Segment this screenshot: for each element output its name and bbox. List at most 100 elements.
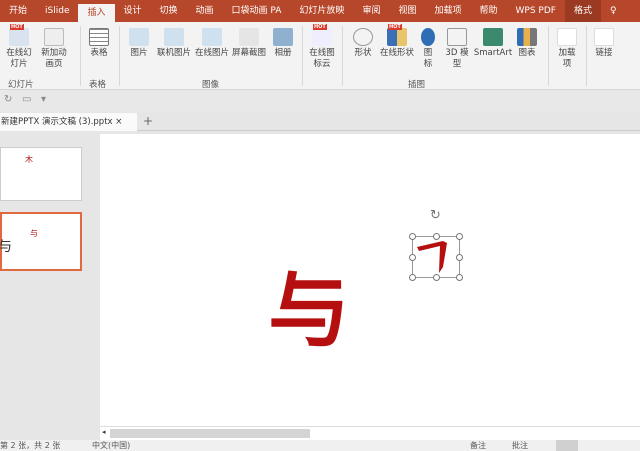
ribbon-tabs: 开始 iSlide 插入 设计 切换 动画 口袋动画 PA 幻灯片放映 审阅 视图 加载项 帮助 WPS… [0, 0, 640, 22]
label: 相册 [274, 48, 292, 58]
tab-5[interactable]: 动画 [187, 0, 223, 22]
stroke-shape [417, 241, 447, 273]
slide-canvas[interactable]: 与 ↻ [100, 134, 640, 426]
divider [80, 26, 81, 86]
tab-12[interactable]: WPS PDF [507, 0, 565, 22]
tab-11[interactable]: 帮助 [470, 0, 506, 22]
main-character[interactable]: 与 [268, 266, 350, 356]
language[interactable]: 中文(中国) [92, 440, 130, 451]
customize-icon[interactable]: ▾ [41, 94, 46, 105]
new-anim-page-button[interactable]: 新加动画页 [38, 28, 70, 70]
label: 在线图片 [194, 48, 229, 58]
online-slides-button[interactable]: HOT 在线幻灯片 [4, 24, 34, 70]
screenshot-button[interactable]: 屏幕截图 [231, 28, 267, 59]
tell-me-lightbulb-icon[interactable]: ♀ [601, 0, 626, 22]
resize-handle[interactable] [456, 254, 463, 261]
label: 联机图片 [156, 48, 191, 58]
scroll-thumb[interactable] [110, 429, 310, 438]
resize-handle[interactable] [409, 233, 416, 240]
album-icon [273, 28, 293, 46]
picture-button[interactable]: 图片 [126, 28, 152, 59]
tab-2[interactable]: 插入 [78, 4, 115, 22]
tab-9[interactable]: 视图 [389, 0, 425, 22]
tab-7[interactable]: 幻灯片放映 [290, 0, 353, 22]
divider [119, 26, 120, 86]
tab-13[interactable]: 格式 [564, 0, 601, 22]
ribbon: HOT 在线幻灯片 新加动画页 幻灯片 表格 表格 图片 联机图片 在线图片 屏幕… [0, 22, 640, 90]
label: SmartArt [473, 48, 513, 58]
chart-button[interactable]: 图表 [516, 28, 538, 59]
divider [342, 26, 343, 86]
close-icon[interactable]: × [115, 117, 122, 127]
resize-handle[interactable] [456, 233, 463, 240]
comments-button[interactable]: 批注 [512, 440, 528, 451]
online-picture2-button[interactable]: 在线图片 [193, 28, 231, 59]
tab-0[interactable]: 开始 [0, 0, 36, 22]
label: 图标 [423, 48, 433, 69]
label: 屏幕截图 [231, 48, 266, 58]
icons-button[interactable]: 图标 [420, 28, 436, 70]
new-anim-page-icon [44, 28, 64, 46]
addins-button[interactable]: 加载项 [555, 28, 579, 70]
group-label: 图像 [202, 80, 220, 90]
label: 在线形状 [379, 48, 414, 58]
scroll-left-icon[interactable]: ◂ [102, 428, 106, 436]
add-tab-button[interactable]: + [143, 114, 153, 128]
tab-10[interactable]: 加载项 [425, 0, 470, 22]
online-shapes-button[interactable]: HOT 在线形状 [378, 24, 416, 59]
online-icons-button[interactable]: HOT 在线图标云 [308, 24, 336, 70]
label: 表格 [90, 48, 108, 58]
group-label: 表格 [89, 80, 107, 90]
slide-char: 与 [0, 239, 12, 255]
document-tabs: 新建PPTX 演示文稿 (3).pptx × + [0, 113, 640, 131]
shapes-button[interactable]: 形状 [350, 28, 376, 59]
divider [548, 26, 549, 86]
link-button[interactable]: 链接 [592, 28, 616, 59]
tab-8[interactable]: 审阅 [353, 0, 389, 22]
label: 3D 模型 [445, 48, 469, 69]
tab-1[interactable]: iSlide [36, 0, 78, 22]
resize-handle[interactable] [433, 233, 440, 240]
resize-handle[interactable] [409, 274, 416, 281]
normal-view-icon[interactable] [556, 440, 578, 451]
notes-button[interactable]: 备注 [470, 440, 486, 451]
slide-panel: 木 与与 [0, 131, 98, 440]
online-picture-icon [164, 28, 184, 46]
tab-4[interactable]: 切换 [151, 0, 187, 22]
rotate-handle-icon[interactable]: ↻ [430, 208, 441, 223]
resize-handle[interactable] [456, 274, 463, 281]
hot-badge: HOT [388, 24, 402, 30]
label: 在线幻灯片 [6, 48, 32, 69]
resize-handle[interactable] [433, 274, 440, 281]
label: 图片 [130, 48, 148, 58]
hot-badge: HOT [313, 24, 327, 30]
group-label: 幻灯片 [8, 80, 34, 90]
online-icons-icon: HOT [312, 24, 332, 46]
document-tab[interactable]: 新建PPTX 演示文稿 (3).pptx × [0, 113, 137, 131]
document-title: 新建PPTX 演示文稿 (3).pptx [1, 117, 113, 127]
tab-3[interactable]: 设计 [115, 0, 151, 22]
tab-6[interactable]: 口袋动画 PA [223, 0, 291, 22]
selected-shape[interactable]: ↻ [409, 208, 463, 281]
picture-icon [129, 28, 149, 46]
status-bar: 第 2 张，共 2 张 中文(中国) 备注 批注 [0, 440, 640, 451]
slide-thumbnail-1[interactable]: 木 [0, 147, 82, 201]
label: 形状 [354, 48, 372, 58]
slide-thumbnail-2[interactable]: 与与 [0, 212, 82, 271]
smartart-button[interactable]: SmartArt [473, 28, 513, 59]
table-button[interactable]: 表格 [86, 28, 112, 59]
link-icon [594, 28, 614, 46]
resize-handle[interactable] [409, 254, 416, 261]
label: 新加动画页 [41, 48, 67, 69]
horizontal-scrollbar[interactable]: ◂ [100, 426, 640, 440]
group-label: 插图 [408, 80, 426, 90]
album-button[interactable]: 相册 [270, 28, 296, 59]
online-picture-button[interactable]: 联机图片 [155, 28, 193, 59]
presenter-icon[interactable]: ▭ [22, 94, 31, 105]
online-picture2-icon [202, 28, 222, 46]
divider [586, 26, 587, 86]
hot-badge: HOT [10, 24, 24, 30]
redo-icon[interactable]: ↻ [4, 94, 12, 105]
chart-icon [517, 28, 537, 46]
3d-model-button[interactable]: 3D 模型 [444, 28, 470, 70]
